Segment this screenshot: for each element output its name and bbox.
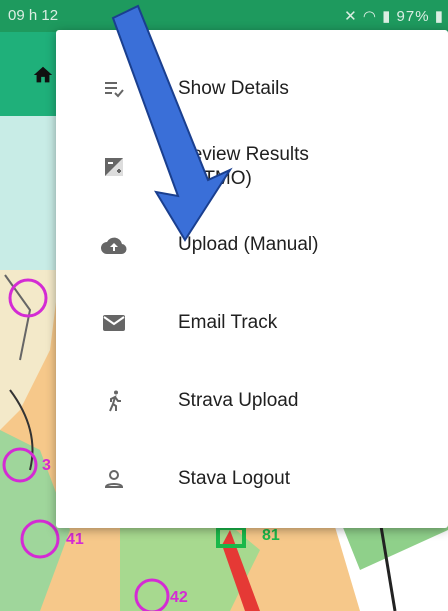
control-label: 41	[66, 531, 84, 548]
menu-item-label-line2: (HITMO)	[178, 168, 252, 189]
wifi-icon: ◠	[362, 8, 377, 25]
overflow-menu: Show Details Review Results (HITMO) Uplo…	[56, 30, 448, 528]
status-time: 09 h 12	[8, 7, 59, 24]
status-icons: ✕ ◠ ▮ 97% ▮	[344, 7, 444, 25]
menu-item-label: Upload (Manual)	[178, 234, 319, 255]
status-bar: 09 h 12 ✕ ◠ ▮ 97% ▮	[0, 0, 448, 32]
signal-icon: ▮	[382, 8, 392, 25]
control-label: 3	[42, 457, 51, 474]
mail-icon	[100, 309, 128, 337]
menu-item-label: Email Track	[178, 312, 278, 333]
runner-icon	[100, 387, 128, 415]
home-icon[interactable]	[32, 64, 54, 86]
control-label: 81	[262, 527, 280, 544]
menu-item-label: Review Results (HITMO)	[178, 143, 309, 191]
exposure-icon	[100, 153, 128, 181]
menu-item-label: Strava Upload	[178, 390, 299, 411]
battery-icon: ▮	[434, 8, 444, 25]
menu-item-label-line1: Review Results	[178, 144, 309, 165]
menu-item-label: Stava Logout	[178, 468, 290, 489]
menu-item-upload-manual[interactable]: Upload (Manual)	[56, 206, 448, 284]
control-label: 42	[170, 589, 188, 606]
menu-item-strava-upload[interactable]: Strava Upload	[56, 362, 448, 440]
checklist-icon	[100, 75, 128, 103]
battery-level: 97%	[396, 8, 430, 25]
cloud-upload-icon	[100, 231, 128, 259]
menu-item-strava-logout[interactable]: Stava Logout	[56, 440, 448, 518]
menu-item-review-results[interactable]: Review Results (HITMO)	[56, 128, 448, 206]
menu-item-label: Show Details	[178, 78, 289, 99]
menu-item-show-details[interactable]: Show Details	[56, 50, 448, 128]
mute-icon: ✕	[344, 8, 358, 25]
person-icon	[100, 465, 128, 493]
menu-item-email-track[interactable]: Email Track	[56, 284, 448, 362]
